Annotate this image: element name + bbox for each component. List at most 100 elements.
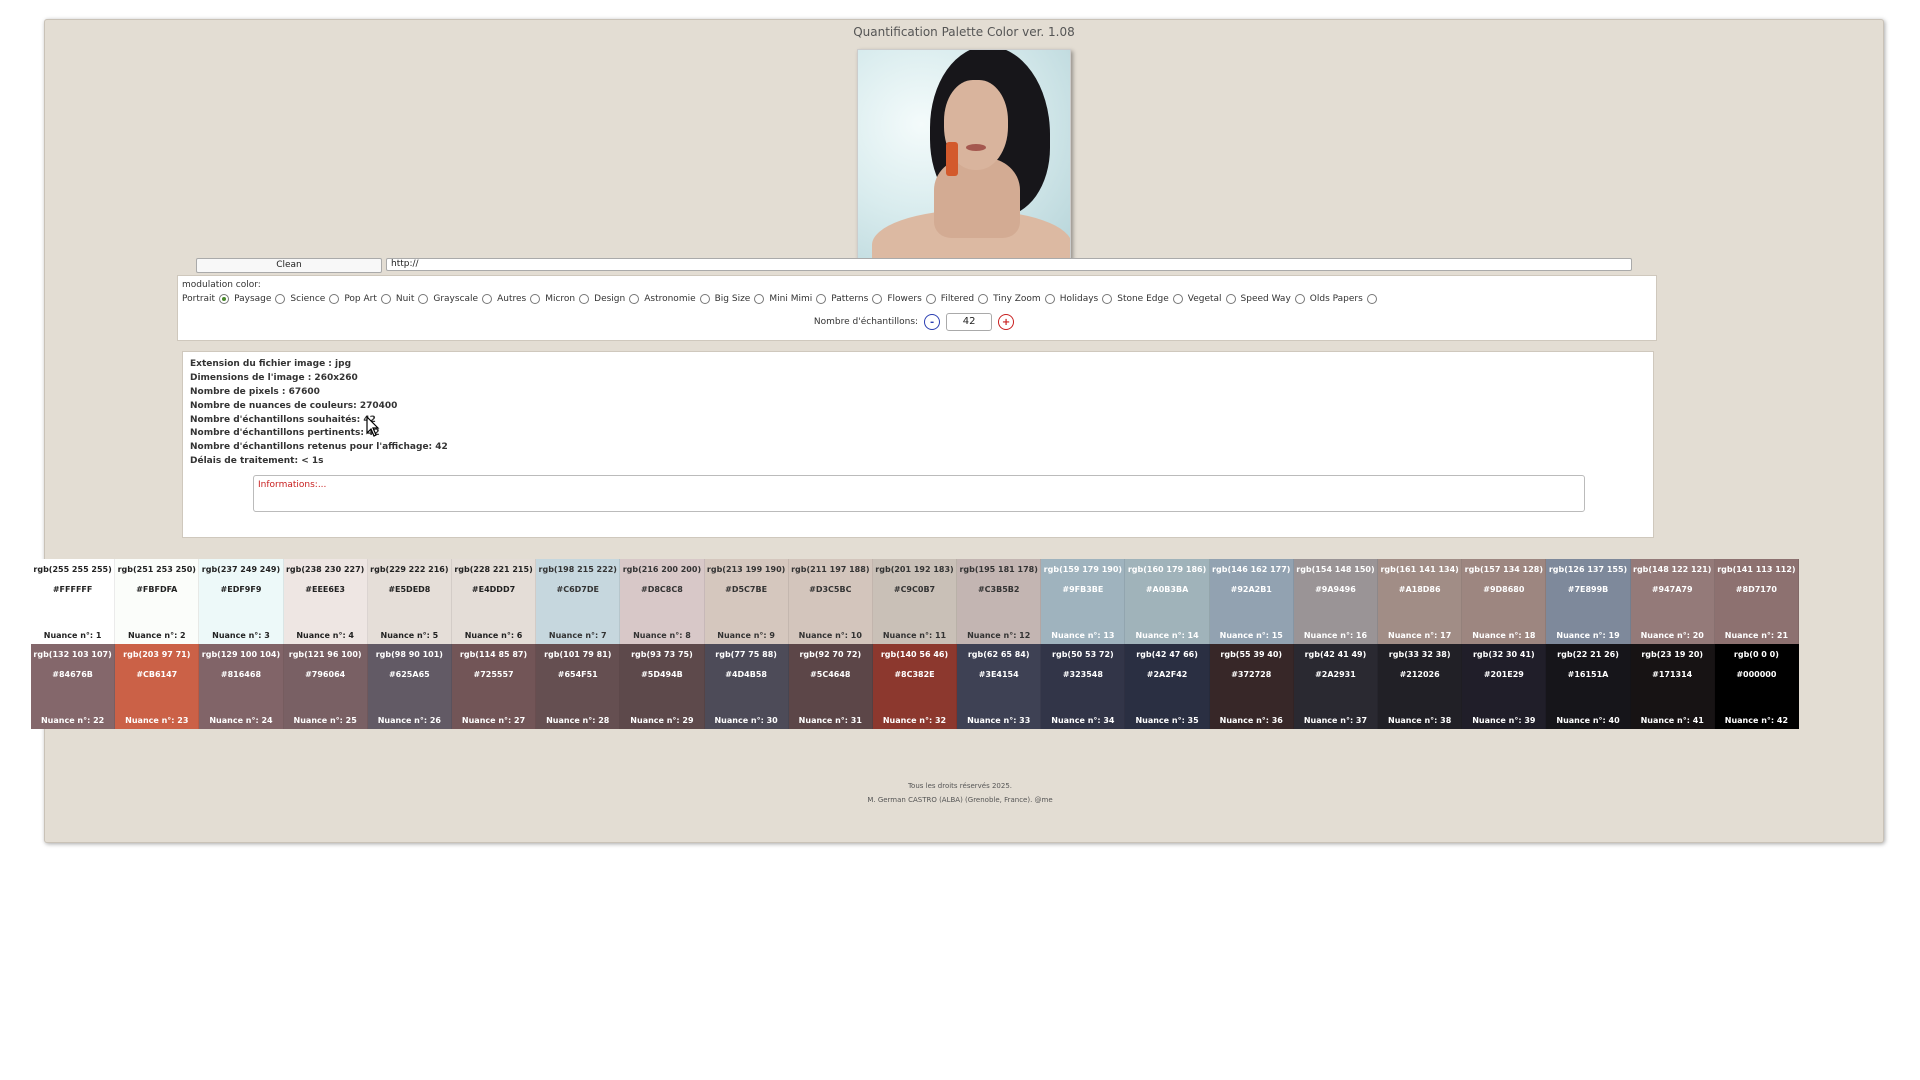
radio-button[interactable] <box>1294 294 1305 304</box>
color-swatch[interactable]: rgb(101 79 81) #654F51 Nuance n°: 28 <box>536 644 621 729</box>
color-swatch[interactable]: rgb(132 103 107) #84676B Nuance n°: 22 <box>31 644 116 729</box>
radio-button[interactable] <box>275 294 286 304</box>
modulation-option[interactable]: Tiny Zoom <box>993 294 1055 304</box>
color-swatch[interactable]: rgb(229 222 216) #E5DED8 Nuance n°: 5 <box>367 559 452 644</box>
modulation-option[interactable]: Science <box>290 294 340 304</box>
color-swatch[interactable]: rgb(159 179 190) #9FB3BE Nuance n°: 13 <box>1041 559 1126 644</box>
modulation-option[interactable]: Mini Mimi <box>769 294 827 304</box>
swatch-rgb: rgb(237 249 249) <box>201 565 281 574</box>
decrease-samples-button[interactable]: - <box>924 314 941 330</box>
swatch-hex: #CB6147 <box>136 670 178 679</box>
radio-button[interactable] <box>530 294 541 304</box>
radio-button[interactable] <box>1044 294 1055 304</box>
modulation-option[interactable]: Paysage <box>234 294 286 304</box>
radio-button[interactable] <box>1366 294 1377 304</box>
radio-button[interactable] <box>872 294 883 304</box>
modulation-option[interactable]: Big Size <box>715 294 765 304</box>
modulation-option[interactable]: Filtered <box>941 294 989 304</box>
radio-button[interactable] <box>380 294 391 304</box>
modulation-option[interactable]: Holidays <box>1060 294 1113 304</box>
color-swatch[interactable]: rgb(93 73 75) #5D494B Nuance n°: 29 <box>620 644 705 729</box>
modulation-option-label: Nuit <box>395 294 415 304</box>
modulation-option[interactable]: Autres <box>497 294 541 304</box>
modulation-option[interactable]: Portrait <box>182 294 230 304</box>
modulation-option[interactable]: Patterns <box>831 294 883 304</box>
color-swatch[interactable]: rgb(0 0 0) #000000 Nuance n°: 42 <box>1714 644 1799 729</box>
modulation-option[interactable]: Nuit <box>395 294 429 304</box>
radio-button[interactable] <box>978 294 989 304</box>
color-swatch[interactable]: rgb(92 70 72) #5C4648 Nuance n°: 31 <box>788 644 873 729</box>
color-swatch[interactable]: rgb(126 137 155) #7E899B Nuance n°: 19 <box>1546 559 1631 644</box>
radio-button[interactable] <box>579 294 590 304</box>
color-swatch[interactable]: rgb(255 255 255) #FFFFFF Nuance n°: 1 <box>31 559 116 644</box>
modulation-option[interactable]: Olds Papers <box>1310 294 1377 304</box>
color-swatch[interactable]: rgb(198 215 222) #C6D7DE Nuance n°: 7 <box>536 559 621 644</box>
color-swatch[interactable]: rgb(146 162 177) #92A2B1 Nuance n°: 15 <box>1209 559 1294 644</box>
radio-button[interactable] <box>1172 294 1183 304</box>
radio-button[interactable] <box>482 294 493 304</box>
swatch-label: Nuance n°: 19 <box>1556 631 1620 640</box>
color-swatch[interactable]: rgb(238 230 227) #EEE6E3 Nuance n°: 4 <box>283 559 368 644</box>
swatch-label: Nuance n°: 27 <box>461 716 526 725</box>
color-swatch[interactable]: rgb(22 21 26) #16151A Nuance n°: 40 <box>1546 644 1631 729</box>
color-swatch[interactable]: rgb(203 97 71) #CB6147 Nuance n°: 23 <box>115 644 200 729</box>
radio-button[interactable] <box>329 294 340 304</box>
color-swatch[interactable]: rgb(148 122 121) #947A79 Nuance n°: 20 <box>1630 559 1715 644</box>
color-swatch[interactable]: rgb(237 249 249) #EDF9F9 Nuance n°: 3 <box>199 559 284 644</box>
radio-button[interactable] <box>219 294 230 304</box>
color-swatch[interactable]: rgb(195 181 178) #C3B5B2 Nuance n°: 12 <box>957 559 1042 644</box>
samples-input[interactable]: 42 <box>946 313 993 331</box>
url-input[interactable]: http:// <box>386 258 1632 271</box>
swatch-label: Nuance n°: 20 <box>1640 631 1704 640</box>
color-swatch[interactable]: rgb(251 253 250) #FBFDFA Nuance n°: 2 <box>115 559 200 644</box>
color-swatch[interactable]: rgb(211 197 188) #D3C5BC Nuance n°: 10 <box>788 559 873 644</box>
modulation-option[interactable]: Design <box>594 294 640 304</box>
modulation-option[interactable]: Grayscale <box>433 294 493 304</box>
color-swatch[interactable]: rgb(160 179 186) #A0B3BA Nuance n°: 14 <box>1125 559 1210 644</box>
color-swatch[interactable]: rgb(161 141 134) #A18D86 Nuance n°: 17 <box>1378 559 1463 644</box>
color-swatch[interactable]: rgb(141 113 112) #8D7170 Nuance n°: 21 <box>1714 559 1799 644</box>
modulation-option[interactable]: Speed Way <box>1241 294 1305 304</box>
color-swatch[interactable]: rgb(62 65 84) #3E4154 Nuance n°: 33 <box>957 644 1042 729</box>
swatch-hex: #84676B <box>52 670 93 679</box>
color-swatch[interactable]: rgb(121 96 100) #796064 Nuance n°: 25 <box>283 644 368 729</box>
clean-button[interactable]: Clean <box>196 258 382 273</box>
radio-button[interactable] <box>629 294 640 304</box>
radio-button[interactable] <box>925 294 936 304</box>
swatch-hex: #D5C7BE <box>725 585 768 594</box>
modulation-option[interactable]: Pop Art <box>344 294 391 304</box>
color-swatch[interactable]: rgb(32 30 41) #201E29 Nuance n°: 39 <box>1462 644 1547 729</box>
radio-button[interactable] <box>754 294 765 304</box>
radio-button[interactable] <box>1102 294 1113 304</box>
radio-button[interactable] <box>816 294 827 304</box>
color-swatch[interactable]: rgb(157 134 128) #9D8680 Nuance n°: 18 <box>1462 559 1547 644</box>
color-swatch[interactable]: rgb(154 148 150) #9A9496 Nuance n°: 16 <box>1293 559 1379 644</box>
modulation-option[interactable]: Flowers <box>887 294 936 304</box>
increase-samples-button[interactable]: + <box>998 314 1015 330</box>
color-swatch[interactable]: rgb(216 200 200) #D8C8C8 Nuance n°: 8 <box>620 559 705 644</box>
radio-button[interactable] <box>1225 294 1236 304</box>
swatch-hex: #C9C0B7 <box>893 585 936 594</box>
color-swatch[interactable]: rgb(140 56 46) #8C382E Nuance n°: 32 <box>872 644 958 729</box>
color-swatch[interactable]: rgb(114 85 87) #725557 Nuance n°: 27 <box>451 644 537 729</box>
color-swatch[interactable]: rgb(55 39 40) #372728 Nuance n°: 36 <box>1209 644 1294 729</box>
modulation-option[interactable]: Micron <box>545 294 590 304</box>
color-swatch[interactable]: rgb(201 192 183) #C9C0B7 Nuance n°: 11 <box>872 559 958 644</box>
color-swatch[interactable]: rgb(23 19 20) #171314 Nuance n°: 41 <box>1630 644 1715 729</box>
color-swatch[interactable]: rgb(33 32 38) #212026 Nuance n°: 38 <box>1378 644 1463 729</box>
color-swatch[interactable]: rgb(98 90 101) #625A65 Nuance n°: 26 <box>367 644 452 729</box>
radio-button[interactable] <box>699 294 710 304</box>
modulation-option[interactable]: Stone Edge <box>1117 294 1183 304</box>
color-swatch[interactable]: rgb(42 41 49) #2A2931 Nuance n°: 37 <box>1293 644 1379 729</box>
modulation-option[interactable]: Vegetal <box>1188 294 1236 304</box>
modulation-option[interactable]: Astronomie <box>644 294 710 304</box>
radio-button[interactable] <box>418 294 429 304</box>
swatch-hex: #2A2F42 <box>1146 670 1188 679</box>
color-swatch[interactable]: rgb(129 100 104) #816468 Nuance n°: 24 <box>199 644 284 729</box>
color-swatch[interactable]: rgb(77 75 88) #4D4B58 Nuance n°: 30 <box>704 644 789 729</box>
color-swatch[interactable]: rgb(228 221 215) #E4DDD7 Nuance n°: 6 <box>451 559 537 644</box>
image-stats: Extension du fichier image : jpg Dimensi… <box>190 358 448 469</box>
color-swatch[interactable]: rgb(42 47 66) #2A2F42 Nuance n°: 35 <box>1125 644 1210 729</box>
color-swatch[interactable]: rgb(213 199 190) #D5C7BE Nuance n°: 9 <box>704 559 789 644</box>
color-swatch[interactable]: rgb(50 53 72) #323548 Nuance n°: 34 <box>1041 644 1126 729</box>
